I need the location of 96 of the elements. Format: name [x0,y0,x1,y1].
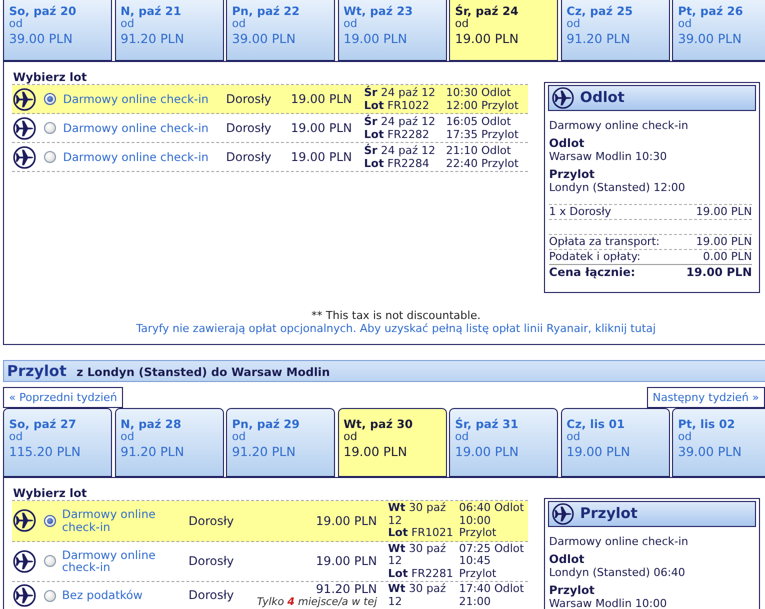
flight-date: Śr 24 paź 12 [364,144,436,157]
cost-amount: 0.00 PLN [703,250,752,264]
radio-button[interactable] [44,151,56,163]
arrival-time: 21:00 [459,594,491,608]
flight-date: Śr 24 paź 12 [364,86,436,99]
seats-left-note: Tylko 4 miejsce/a w tej [256,596,377,608]
flight-number: Lot FR2282 [364,128,430,141]
passenger-type: Dorosły [188,554,234,568]
date-tab[interactable]: N, paź 21 od 91.20 PLN [114,0,224,61]
stop-label: Odlot [549,553,584,566]
plane-icon [13,88,36,110]
panel-title: Przylot [580,505,638,524]
radio-button[interactable] [44,555,56,568]
tax-note: ** This tax is not discountable. [311,309,481,322]
departure-time: 21:10 Odlot [446,144,511,157]
arrival-time: 12:00 Przylot [446,99,519,112]
fare-link[interactable]: Bez podatków [62,589,143,602]
fare-price: 19.00 PLN [290,150,352,164]
departure-time: 16:05 Odlot [446,115,511,128]
date-tab[interactable]: Śr, paź 24 od 19.00 PLN [449,0,558,61]
arrival-time: 10:45 Przylot [459,554,496,580]
route-text: z Londyn (Stansted) do Warsaw Modlin [76,364,330,381]
fare-link[interactable]: Darmowy online check-in [63,150,209,164]
radio-button[interactable] [44,122,56,134]
arrival-time: 10:00 Przylot [459,514,496,539]
total-amount: 19.00 PLN [686,265,752,280]
departure-time: 17:40 Odlot [459,582,524,595]
flight-date: Śr 24 paź 12 [364,115,436,128]
date-tab[interactable]: N, paź 28 od 91.20 PLN [114,408,224,477]
departure-time: 06:40 Odlot [459,501,524,514]
flight-number: Lot FR1021 [388,526,454,539]
list-heading: Wybierz lot [12,487,87,500]
passenger-type: Dorosły [226,150,272,164]
date-tab[interactable]: Śr, paź 31 od 19.00 PLN [449,408,558,477]
date-tab[interactable]: Cz, paź 25 od 91.20 PLN [560,0,670,61]
radio-button[interactable] [44,93,56,105]
date-tab[interactable]: Wt, paź 30 od 19.00 PLN [338,408,446,477]
cost-label: Opłata za transport: [549,235,660,249]
fare-price: 19.00 PLN [316,514,377,528]
stop-label: Przylot [549,168,595,181]
total-label: Cena łącznie: [549,265,636,280]
fare-link[interactable]: Darmowy online check-in [62,508,162,534]
stop-detail: Londyn (Stansted) 12:00 [549,181,686,194]
date-tab[interactable]: Cz, lis 01 od 19.00 PLN [560,408,670,477]
plane-icon [13,146,36,168]
radio-button[interactable] [44,590,56,602]
arrival-time: 22:40 Przylot [446,157,519,170]
fees-link[interactable]: Taryfy nie zawierają opłat opcjonalnych. Aby uzyskać pełną listę opłat linii Ryanair, kliknij tutaj [136,322,656,335]
plane-icon [13,509,36,532]
fare-price: 91.20 PLN [316,582,377,596]
stop-detail: Warsaw Modlin 10:30 [549,150,667,163]
date-tab[interactable]: So, paź 20 od 39.00 PLN [3,0,112,61]
list-heading: Wybierz lot [12,71,87,84]
stop-detail: Londyn (Stansted) 06:40 [549,566,686,579]
date-tab[interactable]: Pn, paź 29 od 91.20 PLN [226,408,335,477]
passenger-type: Dorosły [226,92,272,106]
passenger-type: Dorosły [188,514,234,528]
plane-icon [13,584,36,607]
stop-label: Przylot [549,584,595,597]
flight-date: Wt 30 paź 12 [388,542,446,567]
departure-time: 07:25 Odlot [459,542,524,554]
cost-amount: 19.00 PLN [696,235,752,249]
fare-link[interactable]: Darmowy online check-in [63,122,209,134]
flight-date: Wt 30 paź 12 [388,501,446,526]
plane-icon [13,550,36,573]
fare-name: Darmowy online check-in [549,119,688,132]
date-tab[interactable]: Pn, paź 22 od 39.00 PLN [226,0,335,61]
passenger-type: Dorosły [226,120,272,134]
fare-price: 19.00 PLN [290,120,352,134]
date-tab[interactable]: So, paź 27 od 115.20 PLN [3,408,112,477]
radio-button[interactable] [44,514,56,527]
cost-amount: 19.00 PLN [696,205,752,219]
panel-title: Odlot [580,89,625,108]
fare-price: 19.00 PLN [290,92,352,106]
passenger-type: Dorosły [188,588,234,602]
previous-week-button[interactable]: « Poprzedni tydzień [3,387,124,408]
departure-time: 10:30 Odlot [446,86,511,99]
stop-label: Odlot [549,137,584,150]
arrival-time: 17:35 Przylot [446,128,519,141]
cost-label: 1 x Dorosły [549,205,612,219]
fare-name: Darmowy online check-in [549,535,688,548]
fare-link[interactable]: Darmowy online check-in [62,548,162,574]
fare-link[interactable]: Darmowy online check-in [63,92,209,106]
date-tab[interactable]: Pt, lis 02 od 39.00 PLN [672,408,765,477]
flight-date: Wt 30 paź 12 [388,582,446,608]
date-tab[interactable]: Wt, paź 23 od 19.00 PLN [338,0,446,61]
date-tab[interactable]: Pt, paź 26 od 39.00 PLN [672,0,765,61]
cost-label: Podatek i opłaty: [549,250,641,264]
next-week-button[interactable]: Następny tydzień » [646,387,765,408]
stop-detail: Warsaw Modlin 10:00 [549,597,667,609]
section-title: Przylot [7,361,67,381]
fare-price: 19.00 PLN [316,554,377,568]
flight-number: Lot FR1022 [364,99,430,112]
plane-icon [13,116,36,140]
flight-number: Lot FR2284 [364,157,430,170]
flight-number: Lot FR2281 [388,566,454,580]
